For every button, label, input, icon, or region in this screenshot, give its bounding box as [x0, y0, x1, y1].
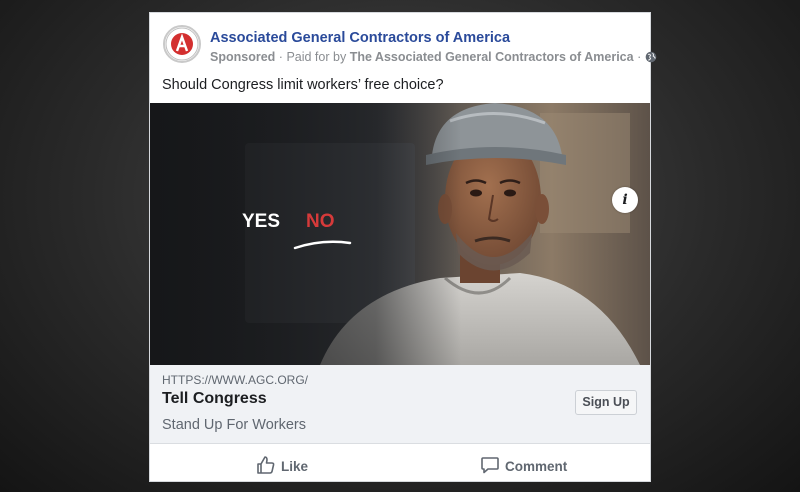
thumbs-up-icon — [257, 456, 275, 474]
post-actions: Like Comment — [150, 443, 650, 483]
globe-icon[interactable] — [645, 51, 657, 63]
sign-up-button[interactable]: Sign Up — [575, 390, 637, 415]
meta-separator-2: · — [637, 50, 642, 64]
link-url: HTTPS://WWW.AGC.ORG/ — [162, 373, 308, 387]
link-title[interactable]: Tell Congress — [162, 390, 267, 408]
like-button[interactable]: Like — [256, 455, 308, 475]
like-label: Like — [281, 459, 309, 474]
paid-for-by-name[interactable]: The Associated General Contractors of Am… — [350, 50, 634, 64]
comment-button[interactable]: Comment — [480, 455, 567, 475]
sponsored-post-card: Associated General Contractors of Americ… — [149, 12, 657, 483]
meta-separator: · — [278, 50, 283, 64]
link-preview[interactable]: HTTPS://WWW.AGC.ORG/ Tell Congress Stand… — [150, 365, 650, 443]
post-header: Associated General Contractors of Americ… — [150, 13, 657, 73]
no-option-text: NO — [306, 211, 335, 232]
yes-option-text: YES — [242, 211, 281, 232]
post-meta: Sponsored · Paid for by The Associated G… — [210, 50, 657, 64]
comment-label: Comment — [505, 459, 568, 474]
agc-logo-icon — [165, 27, 199, 61]
page-name-link[interactable]: Associated General Contractors of Americ… — [210, 30, 510, 46]
worker-photo — [150, 103, 650, 365]
link-description: Stand Up For Workers — [162, 417, 306, 433]
ad-info-button[interactable]: i — [612, 187, 638, 213]
comment-icon — [481, 457, 499, 474]
ad-image[interactable]: YES NO i — [150, 103, 650, 365]
paid-for-prefix: Paid for by — [286, 50, 347, 64]
post-text: Should Congress limit workers’ free choi… — [162, 77, 444, 93]
page-avatar[interactable] — [163, 25, 201, 63]
sponsored-label[interactable]: Sponsored — [210, 50, 275, 64]
